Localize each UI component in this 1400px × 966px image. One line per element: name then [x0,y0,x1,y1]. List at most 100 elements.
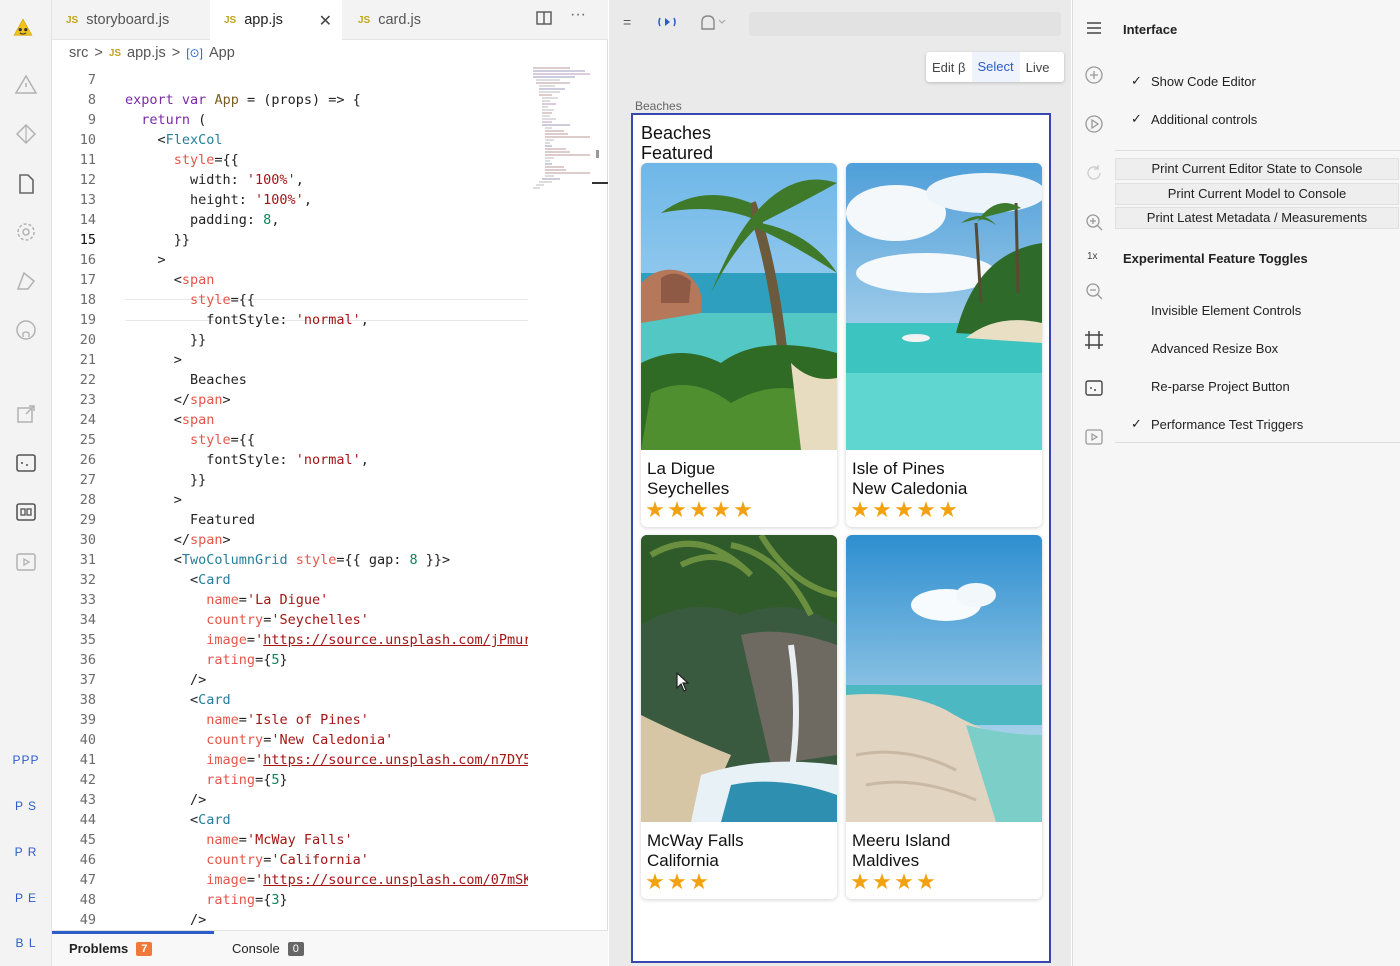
url-bar[interactable] [749,12,1061,36]
code-line[interactable]: 24 <span [52,410,528,430]
code-line[interactable]: 19 fontStyle: 'normal', [52,310,528,330]
activity-label-bl[interactable]: B L [0,936,52,950]
option-show-code-editor[interactable]: ✓ Show Code Editor [1131,71,1256,91]
code-line[interactable]: 23 </span> [52,390,528,410]
scene-subtitle[interactable]: Featured [641,143,713,164]
mode-live-button[interactable]: Live [1020,60,1056,75]
toggle-invisible-element-controls[interactable]: Invisible Element Controls [1131,300,1301,320]
code-line[interactable]: 16 > [52,250,528,270]
code-line[interactable]: 28 > [52,490,528,510]
code-line[interactable]: 37 /> [52,670,528,690]
scene-frame[interactable]: Beaches Featured La Digue Seychelles ★ ★… [631,113,1051,963]
tab-storyboard[interactable]: JS storyboard.js [52,0,208,40]
lock-icon[interactable] [699,13,729,36]
mode-select-button[interactable]: Select [971,52,1020,82]
code-line[interactable]: 20 }} [52,330,528,350]
print-model-button[interactable]: Print Current Model to Console [1115,183,1399,205]
code-area[interactable]: 7 8 export var App = (props) => {9 return … [52,70,528,930]
play-icon[interactable] [1084,114,1104,134]
code-line[interactable]: 21 > [52,350,528,370]
code-line[interactable]: 36 rating={5} [52,650,528,670]
code-line[interactable]: 46 country='California' [52,850,528,870]
tab-card[interactable]: JS card.js [344,0,474,40]
code-line[interactable]: 18 style={{ [52,290,528,310]
toggle-performance-test-triggers[interactable]: ✓ Performance Test Triggers [1131,414,1303,434]
scene-title[interactable]: Beaches [641,123,711,144]
option-additional-controls[interactable]: ✓ Additional controls [1131,109,1257,129]
code-line[interactable]: 40 country='New Caledonia' [52,730,528,750]
logo-icon[interactable] [11,16,41,46]
code-line[interactable]: 34 country='Seychelles' [52,610,528,630]
code-line[interactable]: 43 /> [52,790,528,810]
code-line[interactable]: 48 rating={3} [52,890,528,910]
zoom-in-icon[interactable] [1084,212,1104,232]
minimap[interactable] [530,64,608,200]
zoom-level[interactable]: 1x [1087,251,1098,262]
mode-edit-button[interactable]: Edit β [926,60,972,75]
warning-icon[interactable] [14,73,38,97]
inspect-icon[interactable] [657,14,677,35]
split-editor-icon[interactable] [536,10,552,31]
code-line[interactable]: 12 width: '100%', [52,170,528,190]
code-line[interactable]: 25 style={{ [52,430,528,450]
code-frame-icon[interactable] [1084,378,1104,398]
code-line[interactable]: 42 rating={5} [52,770,528,790]
code-line[interactable]: 41 image='https://source.unsplash.com/n7… [52,750,528,770]
code-line[interactable]: 15 }} [52,230,528,250]
toggle-advanced-resize-box[interactable]: Advanced Resize Box [1131,338,1278,358]
code-line[interactable]: 29 Featured [52,510,528,530]
navigator-icon[interactable] [14,122,38,146]
code-line[interactable]: 44 <Card [52,810,528,830]
code-line[interactable]: 11 style={{ [52,150,528,170]
activity-label-pr[interactable]: P R [0,845,52,859]
refresh-icon[interactable] [1084,163,1104,183]
code-line[interactable]: 7 [52,70,528,90]
library-icon[interactable] [14,269,38,293]
console-tab[interactable]: Console 0 [232,941,304,956]
play-frame-icon[interactable] [14,550,38,574]
problems-tab[interactable]: Problems 7 [69,941,153,956]
code-line[interactable]: 22 Beaches [52,370,528,390]
breadcrumb-file[interactable]: app.js [127,45,166,61]
frame-icon[interactable] [1084,330,1104,350]
code-line[interactable]: 8 export var App = (props) => { [52,90,528,110]
code-line[interactable]: 47 image='https://source.unsplash.com/07… [52,870,528,890]
card-mcway-falls[interactable]: McWay Falls California ★ ★ ★ [641,535,837,899]
external-link-icon[interactable] [14,402,38,426]
code-line[interactable]: 39 name='Isle of Pines' [52,710,528,730]
scene-label[interactable]: Beaches [635,99,682,113]
breadcrumb-folder[interactable]: src [69,45,88,61]
code-line[interactable]: 31 <TwoColumnGrid style={{ gap: 8 }}> [52,550,528,570]
activity-label-ps[interactable]: P S [0,799,52,813]
add-icon[interactable] [1084,65,1104,85]
code-line[interactable]: 32 <Card [52,570,528,590]
card-la-digue[interactable]: La Digue Seychelles ★ ★ ★ ★ ★ [641,163,837,527]
code-line[interactable]: 13 height: '100%', [52,190,528,210]
menu-icon[interactable] [1084,18,1104,38]
zoom-out-icon[interactable] [1084,281,1104,301]
code-frame-icon[interactable] [14,451,38,475]
code-line[interactable]: 27 }} [52,470,528,490]
code-line[interactable]: 30 </span> [52,530,528,550]
tab-app[interactable]: JS app.js ✕ [210,0,342,40]
card-meeru-island[interactable]: Meeru Island Maldives ★ ★ ★ ★ [846,535,1042,899]
activity-label-ppp[interactable]: PPP [0,753,52,767]
settings-icon[interactable] [14,220,38,244]
code-line[interactable]: 49 /> [52,910,528,930]
code-line[interactable]: 45 name='McWay Falls' [52,830,528,850]
card-isle-of-pines[interactable]: Isle of Pines New Caledonia ★ ★ ★ ★ ★ [846,163,1042,527]
toggle-reparse-project-button[interactable]: Re-parse Project Button [1131,376,1290,396]
print-editor-state-button[interactable]: Print Current Editor State to Console [1115,158,1399,180]
code-line[interactable]: 26 fontStyle: 'normal', [52,450,528,470]
menu-lines-icon[interactable]: = [623,14,631,30]
activity-label-pe[interactable]: P E [0,891,52,905]
file-icon[interactable] [14,172,38,196]
code-line[interactable]: 33 name='La Digue' [52,590,528,610]
code-line[interactable]: 10 <FlexCol [52,130,528,150]
github-icon[interactable] [14,318,38,342]
breadcrumb-symbol[interactable]: App [209,45,235,61]
print-metadata-button[interactable]: Print Latest Metadata / Measurements [1115,207,1399,229]
code-line[interactable]: 9 return ( [52,110,528,130]
code-line[interactable]: 38 <Card [52,690,528,710]
preview-icon[interactable] [14,500,38,524]
